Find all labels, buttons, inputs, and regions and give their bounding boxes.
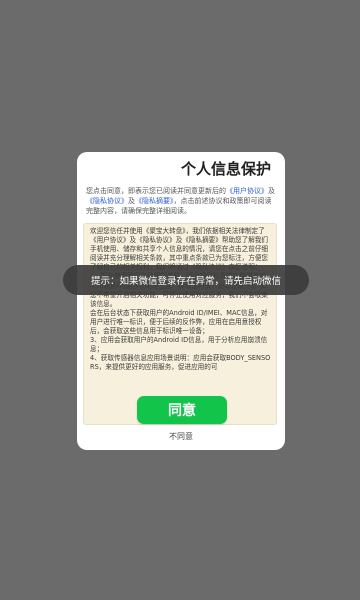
intro-text-part: 您点击同意，即表示您已阅读并同意更新后的 xyxy=(86,187,226,195)
privacy-agreement-link[interactable]: 《隐私协议》 xyxy=(86,197,128,205)
toast-message: 提示：如果微信登录存在异常，请先启动微信 xyxy=(63,265,309,295)
intro-text-part: 及 xyxy=(128,197,135,205)
disagree-button[interactable]: 不同意 xyxy=(77,431,285,442)
user-agreement-link[interactable]: 《用户协议》 xyxy=(226,187,268,195)
dialog-title: 个人信息保护 xyxy=(180,160,271,178)
policy-paragraph: 4、获取传感器信息应用场景说明：应用会获取BODY_SENSORS，来提供更好的… xyxy=(90,354,271,372)
policy-paragraph: 会在后台状态下获取用户的Android ID/IMEI、MAC信息，对用户进行唯… xyxy=(90,308,268,336)
agree-button[interactable]: 同意 xyxy=(137,396,227,424)
intro-text: 您点击同意，即表示您已阅读并同意更新后的《用户协议》及《隐私协议》及《隐私摘要》… xyxy=(86,186,276,216)
policy-content-scroll[interactable]: 欢迎您信任并使用《聚宝大转盘》，我们依据相关法律制定了《用户协议》及《隐私协议》… xyxy=(83,223,277,425)
policy-paragraph: 3、应用会获取用户的Android ID信息，用于分析应用崩溃信息； xyxy=(90,336,268,354)
intro-text-part: 及 xyxy=(268,187,275,195)
privacy-summary-link[interactable]: 《隐私摘要》 xyxy=(135,197,174,205)
privacy-dialog: 个人信息保护 您点击同意，即表示您已阅读并同意更新后的《用户协议》及《隐私协议》… xyxy=(77,152,285,450)
